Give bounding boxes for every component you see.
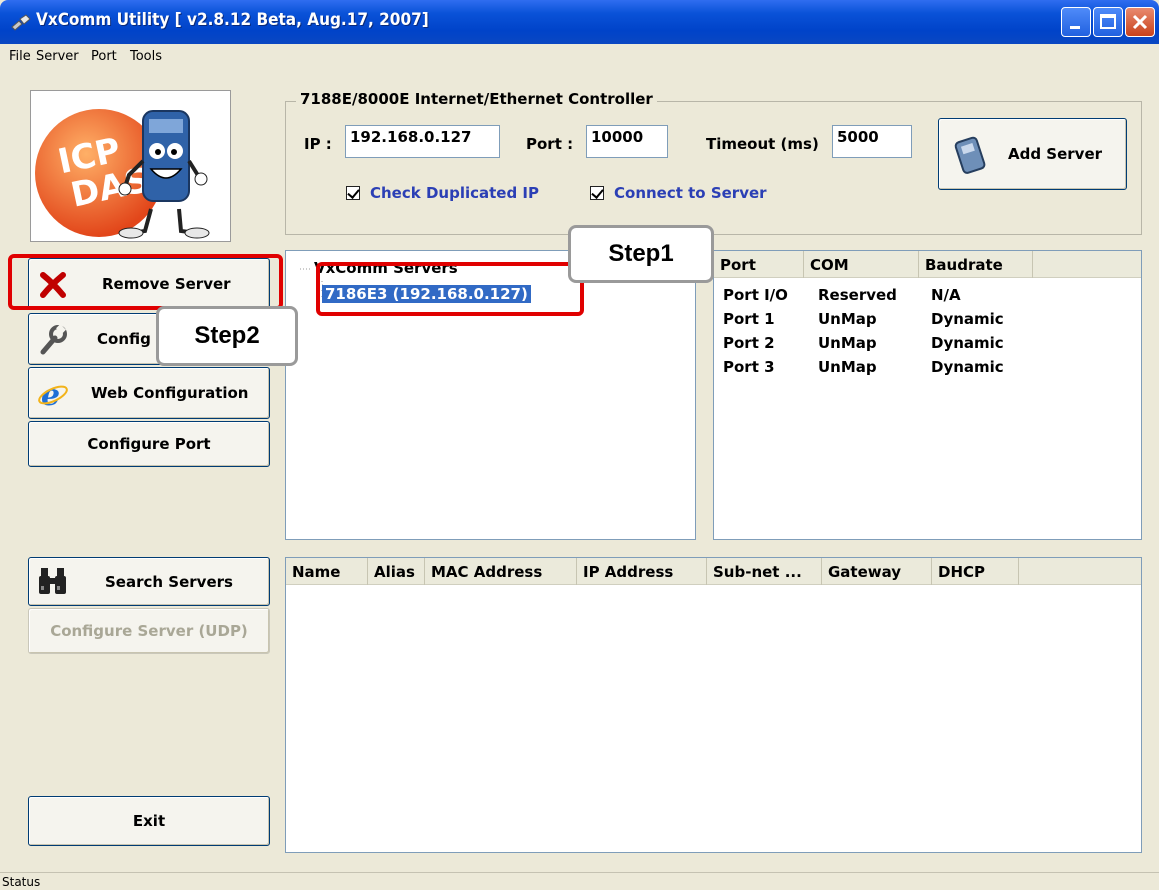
configure-server-udp-label: Configure Server (UDP) xyxy=(50,622,248,640)
step1-highlight-box xyxy=(316,262,584,316)
ip-label: IP : xyxy=(304,135,332,153)
mac-address-column-header[interactable]: MAC Address xyxy=(425,558,577,585)
alias-column-header[interactable]: Alias xyxy=(368,558,425,585)
checkbox-checked-icon xyxy=(346,186,360,200)
ip-address-column-header[interactable]: IP Address xyxy=(577,558,707,585)
app-window: VxComm Utility [ v2.8.12 Beta, Aug.17, 2… xyxy=(0,0,1159,890)
status-bar: Status xyxy=(0,872,1159,890)
name-column-header[interactable]: Name xyxy=(286,558,368,585)
menu-tools[interactable]: Tools xyxy=(130,49,162,64)
search-servers-button[interactable]: Search Servers xyxy=(28,557,270,606)
close-icon xyxy=(1132,14,1148,30)
dhcp-column-header[interactable]: DHCP xyxy=(932,558,1019,585)
search-servers-label: Search Servers xyxy=(105,573,233,591)
ip-input[interactable]: 192.168.0.127 xyxy=(345,125,500,158)
port-row-baudrate: Dynamic xyxy=(931,334,1004,352)
title-bar[interactable]: VxComm Utility [ v2.8.12 Beta, Aug.17, 2… xyxy=(0,0,1159,44)
port-value: 10000 xyxy=(591,128,644,146)
port-list-header: Port COM Baudrate xyxy=(714,251,1141,278)
minimize-button[interactable] xyxy=(1061,7,1091,37)
configure-port-button[interactable]: Configure Port xyxy=(28,421,270,467)
add-server-label: Add Server xyxy=(1008,145,1103,163)
port-row-com: UnMap xyxy=(818,358,877,376)
step2-callout: Step2 xyxy=(156,306,298,366)
search-results-header: Name Alias MAC Address IP Address Sub-ne… xyxy=(286,558,1141,585)
step2-highlight-box xyxy=(8,254,283,310)
port-row-baudrate: N/A xyxy=(931,286,961,304)
ip-value: 192.168.0.127 xyxy=(350,128,472,146)
step1-callout: Step1 xyxy=(568,225,714,283)
menu-file[interactable]: File xyxy=(9,49,31,64)
port-column-header[interactable]: Port xyxy=(714,251,804,278)
port-row-port[interactable]: Port 1 xyxy=(723,310,775,328)
menu-port[interactable]: Port xyxy=(91,49,117,64)
status-text: Status xyxy=(2,875,41,889)
checkbox-checked-icon xyxy=(590,186,604,200)
web-configuration-button[interactable]: e Web Configuration xyxy=(28,367,270,419)
exit-label: Exit xyxy=(132,812,166,830)
timeout-value: 5000 xyxy=(837,128,879,146)
timeout-input[interactable]: 5000 xyxy=(832,125,912,158)
maximize-button[interactable] xyxy=(1093,7,1123,37)
port-row-baudrate: Dynamic xyxy=(931,310,1004,328)
close-button[interactable] xyxy=(1125,7,1155,37)
port-row-port[interactable]: Port 3 xyxy=(723,358,775,376)
menu-bar: File Server Port Tools xyxy=(0,44,1159,70)
wrench-icon xyxy=(40,324,67,355)
port-input[interactable]: 10000 xyxy=(586,125,668,158)
maximize-icon xyxy=(1100,14,1116,29)
device-icon xyxy=(954,136,986,174)
add-server-button[interactable]: Add Server xyxy=(938,118,1127,190)
window-title: VxComm Utility [ v2.8.12 Beta, Aug.17, 2… xyxy=(36,10,429,30)
search-results-list[interactable]: Name Alias MAC Address IP Address Sub-ne… xyxy=(285,557,1142,853)
port-row-com: UnMap xyxy=(818,334,877,352)
port-row-port[interactable]: Port 2 xyxy=(723,334,775,352)
internet-explorer-icon: e xyxy=(38,378,68,411)
binoculars-icon xyxy=(39,568,66,594)
gateway-column-header[interactable]: Gateway xyxy=(822,558,932,585)
port-list[interactable]: Port COM Baudrate Port I/O Reserved N/A … xyxy=(713,250,1142,540)
check-duplicated-ip-label: Check Duplicated IP xyxy=(370,184,539,202)
com-column-header[interactable]: COM xyxy=(804,251,919,278)
timeout-label: Timeout (ms) xyxy=(706,135,819,153)
check-duplicated-ip-checkbox[interactable]: Check Duplicated IP xyxy=(346,184,539,202)
configure-server-label: Config xyxy=(97,330,151,348)
exit-button[interactable]: Exit xyxy=(28,796,270,846)
port-row-com: UnMap xyxy=(818,310,877,328)
port-row-port[interactable]: Port I/O xyxy=(723,286,788,304)
port-row-com: Reserved xyxy=(818,286,897,304)
minimize-icon xyxy=(1070,26,1080,29)
configure-port-label: Configure Port xyxy=(87,435,211,453)
subnet-column-header[interactable]: Sub-net ... xyxy=(707,558,822,585)
plug-icon xyxy=(11,14,31,31)
icpdas-logo: ICP DAS xyxy=(30,90,231,242)
controller-group-legend: 7188E/8000E Internet/Ethernet Controller xyxy=(296,90,657,108)
port-label: Port : xyxy=(526,135,574,153)
configure-server-udp-button: Configure Server (UDP) xyxy=(28,608,270,654)
web-configuration-label: Web Configuration xyxy=(91,384,249,402)
baudrate-column-header[interactable]: Baudrate xyxy=(919,251,1033,278)
menu-server[interactable]: Server xyxy=(36,49,79,64)
connect-to-server-checkbox[interactable]: Connect to Server xyxy=(590,184,767,202)
icpdas-logo-image: ICP DAS xyxy=(35,109,210,239)
port-row-baudrate: Dynamic xyxy=(931,358,1004,376)
connect-to-server-label: Connect to Server xyxy=(614,184,767,202)
